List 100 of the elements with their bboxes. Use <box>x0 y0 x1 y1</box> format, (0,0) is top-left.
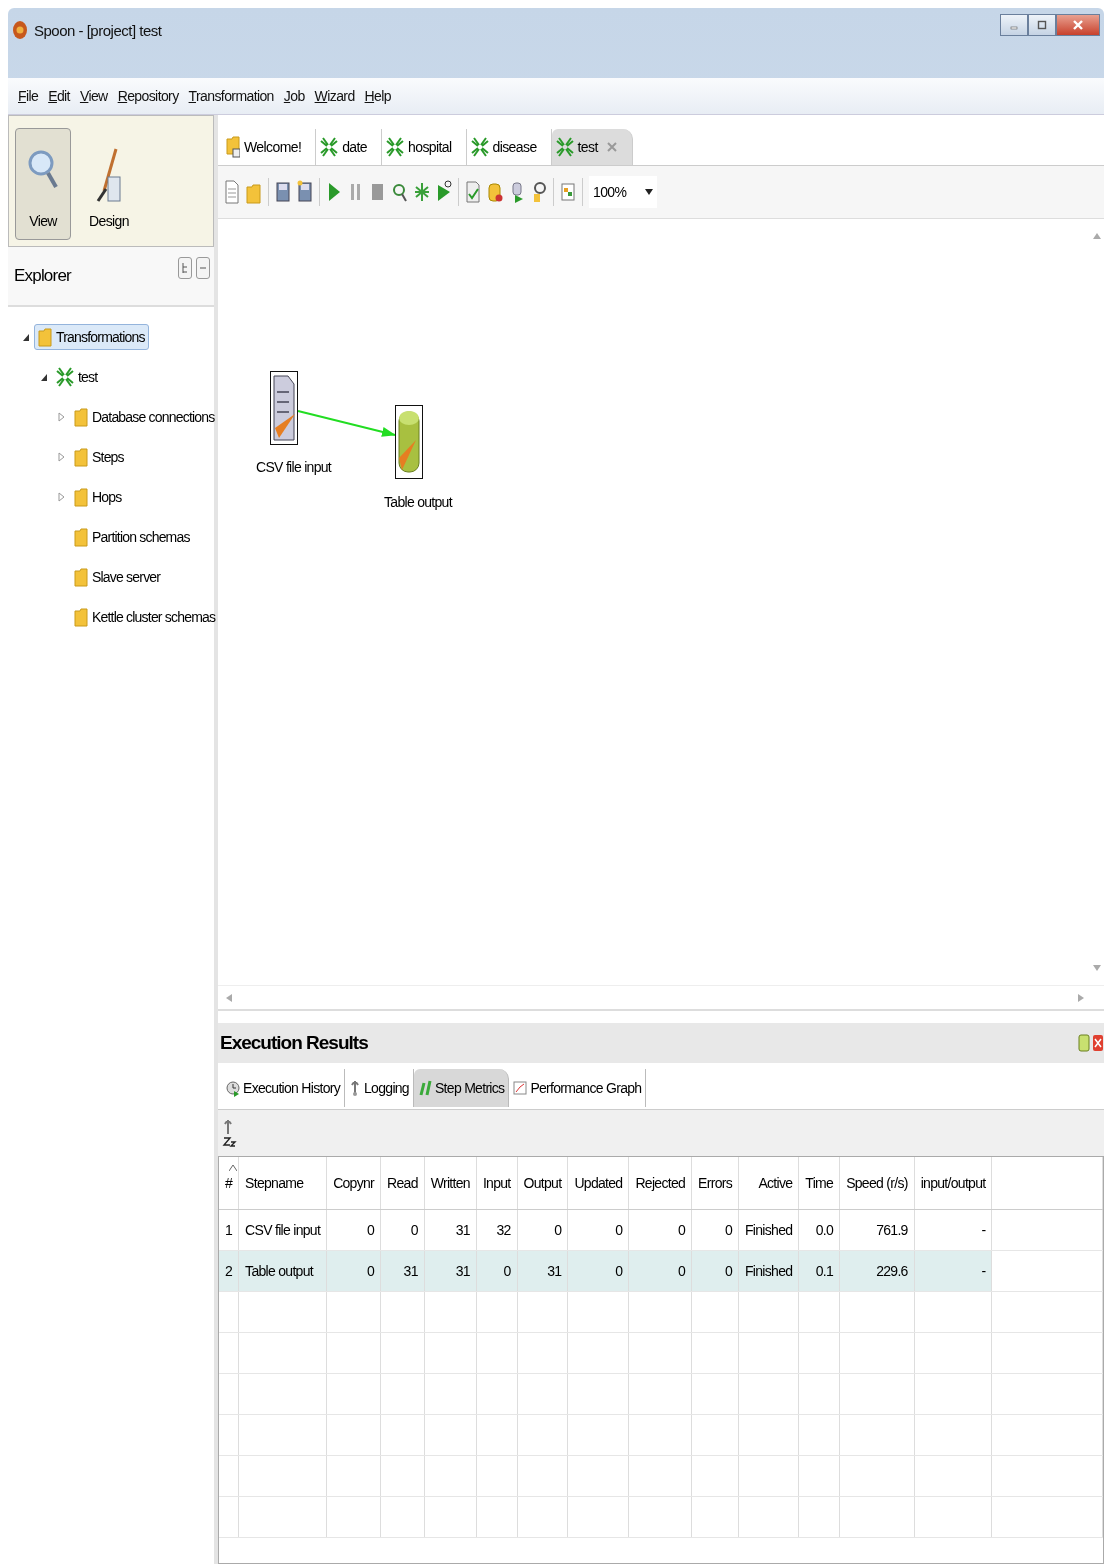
maximize-button[interactable] <box>1028 14 1056 36</box>
minimize-button[interactable] <box>1000 14 1028 36</box>
tree-item[interactable]: Hops <box>70 484 126 510</box>
menu-item[interactable]: Job <box>283 88 305 104</box>
collapsed-arrow-icon[interactable] <box>58 492 66 502</box>
expanded-arrow-icon[interactable] <box>22 332 30 342</box>
tree-item[interactable]: Steps <box>70 444 128 470</box>
transformation-icon <box>555 136 574 158</box>
scroll-right-icon[interactable] <box>1078 993 1084 1002</box>
column-header[interactable]: input/output <box>914 1157 992 1210</box>
folder-icon <box>38 327 52 347</box>
table-cell: 761.9 <box>839 1209 915 1251</box>
folder-icon <box>74 447 88 467</box>
document-tab[interactable]: test <box>551 129 633 165</box>
perspective-button[interactable]: View <box>15 128 71 240</box>
tree-item[interactable]: Slave server <box>70 564 165 590</box>
column-header[interactable]: Time <box>798 1157 840 1210</box>
column-header[interactable]: Read <box>380 1157 425 1210</box>
maximize-panel-icon[interactable] <box>1078 1034 1090 1052</box>
clock-play-icon <box>226 1079 240 1097</box>
close-panel-icon[interactable] <box>1092 1034 1104 1052</box>
scroll-up-icon[interactable] <box>1093 233 1101 239</box>
check-document-icon[interactable] <box>465 179 481 205</box>
table-cell: 0 <box>567 1250 629 1292</box>
table-cell: 229.6 <box>839 1250 915 1292</box>
hop-arrow[interactable] <box>297 410 396 437</box>
column-header[interactable]: Rejected <box>628 1157 692 1210</box>
menu-item[interactable]: View <box>79 88 108 104</box>
table-cell: 0.0 <box>798 1209 840 1251</box>
table-cell: 0 <box>691 1209 739 1251</box>
tree-icon <box>181 262 189 274</box>
column-header[interactable]: Input <box>476 1157 518 1210</box>
table-cell: 1 <box>219 1209 239 1251</box>
expand-all-button[interactable] <box>178 257 192 279</box>
table-cell: 32 <box>476 1209 518 1251</box>
collapse-all-button[interactable] <box>196 257 210 279</box>
window-title: Spoon - [project] test <box>34 21 162 39</box>
brush-icon <box>94 147 124 205</box>
table-cell: 0 <box>628 1209 692 1251</box>
table-cell: 0 <box>326 1250 381 1292</box>
tree-item[interactable]: Database connections <box>70 404 219 430</box>
table-cell: - <box>914 1209 992 1251</box>
menu-item[interactable]: Edit <box>48 88 70 104</box>
line-chart-icon <box>513 1079 528 1097</box>
column-header[interactable]: Errors <box>691 1157 739 1210</box>
table-cell: - <box>914 1250 992 1292</box>
scroll-left-icon[interactable] <box>226 993 232 1002</box>
step-node[interactable] <box>270 371 298 445</box>
close-button[interactable] <box>1056 14 1100 36</box>
menu-item[interactable]: Repository <box>117 88 179 104</box>
table-cell: CSV file input <box>238 1209 327 1251</box>
table-cell: 0 <box>380 1209 425 1251</box>
panel-title: Execution Results <box>220 1032 368 1054</box>
perspective-button[interactable]: Design <box>81 128 137 240</box>
column-header[interactable]: Output <box>517 1157 568 1210</box>
collapsed-arrow-icon[interactable] <box>58 412 66 422</box>
panel-title: Explorer <box>14 266 71 286</box>
column-header[interactable]: Speed (r/s) <box>839 1157 915 1210</box>
table-cell: 0 <box>476 1250 518 1292</box>
menu-item[interactable]: Help <box>364 88 391 104</box>
folder-icon <box>74 567 88 587</box>
folder-icon <box>74 407 88 427</box>
table-cell: 31 <box>517 1250 568 1292</box>
column-header[interactable]: Updated <box>567 1157 629 1210</box>
zoom-dropdown[interactable]: 100% <box>589 176 657 208</box>
table-cell: Finished <box>738 1209 799 1251</box>
table-cell: 31 <box>424 1250 477 1292</box>
tree-item[interactable]: Transformations <box>34 324 149 350</box>
tree-item[interactable]: Partition schemas <box>70 524 194 550</box>
tree-item[interactable]: Kettle cluster schemas <box>70 604 220 630</box>
results-tab[interactable]: Step Metrics <box>413 1069 510 1107</box>
menu-item[interactable]: Transformation <box>188 88 274 104</box>
tree-item[interactable]: test <box>52 363 102 391</box>
menu-item[interactable]: File <box>18 88 39 104</box>
close-tab-icon[interactable] <box>605 141 618 153</box>
column-header[interactable]: Written <box>424 1157 477 1210</box>
folder-icon <box>226 136 240 158</box>
column-header[interactable]: Stepname <box>238 1157 327 1210</box>
table-cell: 0 <box>326 1209 381 1251</box>
collapsed-arrow-icon[interactable] <box>58 452 66 462</box>
sleep-icon[interactable] <box>222 1118 238 1148</box>
table-cell: Finished <box>738 1250 799 1292</box>
step-node[interactable] <box>395 405 423 479</box>
column-header[interactable]: Active <box>738 1157 799 1210</box>
scroll-down-icon[interactable] <box>1093 965 1101 971</box>
step-label: Table output <box>384 494 452 510</box>
app-logo-icon <box>12 19 28 41</box>
table-cell: Table output <box>238 1250 327 1292</box>
expanded-arrow-icon[interactable] <box>40 372 48 382</box>
column-header[interactable]: # <box>219 1157 239 1210</box>
menu-item[interactable]: Wizard <box>314 88 355 104</box>
table-cell: 2 <box>219 1250 239 1292</box>
new-file-icon[interactable] <box>224 179 240 205</box>
transformation-icon <box>470 136 489 158</box>
folder-icon <box>74 607 88 627</box>
save-icon[interactable] <box>275 179 291 205</box>
table-cell: 0 <box>691 1250 739 1292</box>
table-cell: 0 <box>567 1209 629 1251</box>
save-as-icon[interactable] <box>297 179 313 205</box>
column-header[interactable]: Copynr <box>326 1157 381 1210</box>
